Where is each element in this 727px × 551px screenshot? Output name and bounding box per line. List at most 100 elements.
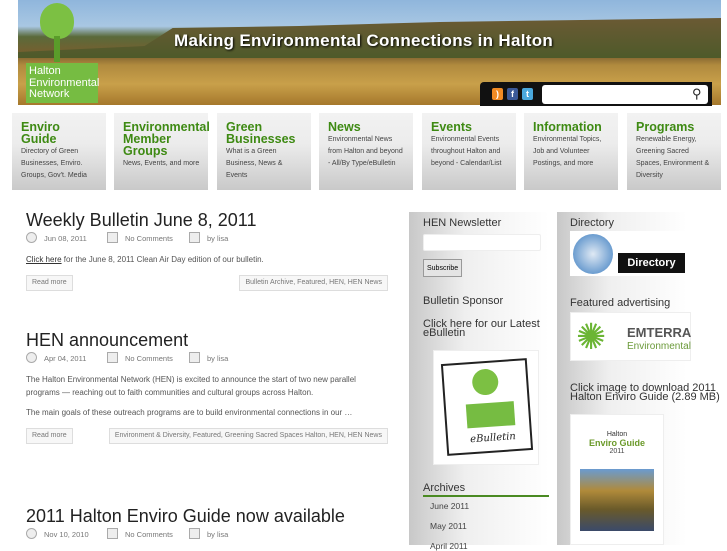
clock-icon bbox=[26, 528, 37, 539]
post-enviro-guide: 2011 Halton Enviro Guide now available N… bbox=[26, 506, 388, 542]
ebulletin-image[interactable]: eBulletin bbox=[433, 350, 539, 465]
hen-logo-small bbox=[465, 401, 516, 429]
post-tags[interactable]: Environment & Diversity, Featured, Green… bbox=[108, 427, 388, 444]
post-meta: Apr 04, 2011 No Comments by lisa bbox=[26, 352, 388, 366]
archive-link[interactable]: April 2011 bbox=[430, 541, 468, 551]
logo-text: Halton Environmental Network bbox=[26, 63, 99, 103]
cover-title: Enviro Guide bbox=[588, 438, 645, 448]
post-comments[interactable]: No Comments bbox=[125, 354, 173, 363]
logo-line: Network bbox=[29, 88, 70, 100]
hen-logo[interactable]: Halton Environmental Network bbox=[26, 0, 99, 103]
tagline: Making Environmental Connections in Halt… bbox=[174, 31, 554, 50]
post-title[interactable]: 2011 Halton Enviro Guide now available bbox=[26, 506, 388, 526]
cover-line: Halton bbox=[606, 431, 628, 438]
post-excerpt: Click here for the June 8, 2011 Clean Ai… bbox=[26, 254, 388, 267]
post-meta: Nov 10, 2010 No Comments by lisa bbox=[26, 528, 388, 542]
cover-photo bbox=[580, 469, 654, 531]
nav-title: News bbox=[328, 120, 361, 134]
comment-icon bbox=[107, 528, 118, 539]
post-body: The main goals of these outreach program… bbox=[26, 408, 353, 417]
post-author: by lisa bbox=[207, 530, 229, 539]
globe-mail-icon bbox=[573, 234, 613, 274]
guide-download-text[interactable]: Click image to download 2011 Halton Envi… bbox=[570, 383, 720, 403]
comment-icon bbox=[107, 232, 118, 243]
post-tags[interactable]: Bulletin Archive, Featured, HEN, HEN New… bbox=[239, 274, 388, 291]
logo-line: Halton bbox=[29, 65, 61, 77]
post-body: for the June 8, 2011 Clean Air Day editi… bbox=[61, 255, 264, 264]
twitter-icon[interactable]: t bbox=[522, 88, 533, 100]
click-here-link[interactable]: Click here bbox=[26, 255, 62, 264]
subscribe-button[interactable]: Subscribe bbox=[423, 259, 463, 277]
archives-title: Archives bbox=[423, 482, 466, 494]
nav-news[interactable]: News Environmental News from Halton and b… bbox=[319, 113, 413, 190]
nav-green-businesses[interactable]: Green Businesses What is a Green Business… bbox=[217, 113, 311, 190]
ebulletin-note: eBulletin bbox=[440, 358, 534, 456]
post-title[interactable]: Weekly Bulletin June 8, 2011 bbox=[26, 210, 388, 230]
post-comments[interactable]: No Comments bbox=[125, 530, 173, 539]
directory-banner[interactable]: Directory bbox=[570, 231, 688, 276]
clock-icon bbox=[26, 232, 37, 243]
tree-icon bbox=[471, 368, 500, 396]
featured-title: Featured advertising bbox=[570, 297, 671, 309]
nav-desc: Environmental Events throughout Halton a… bbox=[431, 136, 502, 167]
post-date: Nov 10, 2010 bbox=[44, 530, 89, 539]
post-title[interactable]: HEN announcement bbox=[26, 330, 388, 350]
archive-link[interactable]: May 2011 bbox=[430, 521, 467, 531]
nav-enviro-guide[interactable]: Enviro Guide Directory of Green Businesse… bbox=[12, 113, 106, 190]
nav-title: Green Businesses bbox=[226, 120, 296, 146]
nav-desc: Environmental News from Halton and beyon… bbox=[328, 136, 403, 167]
emterra-ad[interactable]: ✺ EMTERRA Environmental bbox=[570, 312, 691, 361]
nav-title: Programs bbox=[636, 120, 695, 134]
post-hen-announcement: HEN announcement Apr 04, 2011 No Comment… bbox=[26, 330, 388, 444]
clock-icon bbox=[26, 352, 37, 363]
nav-desc: Renewable Energy, Greening Sacred Spaces… bbox=[636, 136, 710, 179]
nav-desc: Environmental Topics, Job and Volunteer … bbox=[533, 136, 602, 167]
archives-divider bbox=[423, 495, 549, 497]
search-icon[interactable]: ⚲ bbox=[692, 86, 702, 102]
nav-title: Events bbox=[431, 120, 472, 134]
facebook-icon[interactable]: f bbox=[507, 88, 518, 100]
post-author: by lisa bbox=[207, 234, 229, 243]
nav-desc: What is a Green Business, News & Events bbox=[226, 148, 283, 179]
user-icon bbox=[189, 528, 200, 539]
nav-desc: Directory of Green Businesses, Enviro. G… bbox=[21, 148, 87, 179]
post-body: The Halton Environmental Network (HEN) i… bbox=[26, 375, 356, 397]
nav-member-groups[interactable]: Environmental Member Groups News, Events,… bbox=[114, 113, 210, 190]
post-comments[interactable]: No Comments bbox=[125, 234, 173, 243]
nav-information[interactable]: Information Environmental Topics, Job and… bbox=[524, 113, 618, 190]
post-meta: Jun 08, 2011 No Comments by lisa bbox=[26, 232, 388, 246]
comment-icon bbox=[107, 352, 118, 363]
post-date: Apr 04, 2011 bbox=[44, 354, 87, 363]
nav-events[interactable]: Events Environmental Events throughout Ha… bbox=[422, 113, 516, 190]
post-author: by lisa bbox=[207, 354, 229, 363]
enviro-guide-cover[interactable]: Halton Enviro Guide 2011 bbox=[570, 414, 664, 545]
search-input[interactable] bbox=[542, 85, 708, 104]
nav-title: Environmental Member Groups bbox=[123, 120, 210, 158]
read-more-button[interactable]: Read more bbox=[26, 427, 73, 444]
user-icon bbox=[189, 352, 200, 363]
emterra-sub: Environmental bbox=[627, 341, 691, 352]
emterra-logo-icon: ✺ bbox=[576, 316, 607, 357]
newsletter-title: HEN Newsletter bbox=[423, 217, 502, 229]
ebulletin-label: eBulletin bbox=[469, 431, 517, 446]
directory-label: Directory bbox=[618, 253, 685, 273]
nav-title: Enviro Guide bbox=[21, 120, 60, 146]
archive-link[interactable]: June 2011 bbox=[430, 501, 469, 511]
sponsor-title: Bulletin Sponsor bbox=[423, 295, 504, 307]
newsletter-email-input[interactable] bbox=[423, 234, 541, 251]
latest-ebulletin-link[interactable]: Click here for our Latest eBulletin bbox=[423, 319, 549, 339]
tree-trunk bbox=[54, 36, 60, 62]
rss-icon[interactable]: ) bbox=[492, 88, 503, 100]
nav-programs[interactable]: Programs Renewable Energy, Greening Sacre… bbox=[627, 113, 721, 190]
nav-desc: News, Events, and more bbox=[123, 160, 200, 167]
user-icon bbox=[189, 232, 200, 243]
tree-icon bbox=[40, 3, 74, 39]
emterra-name: EMTERRA bbox=[627, 325, 692, 340]
post-weekly-bulletin: Weekly Bulletin June 8, 2011 Jun 08, 201… bbox=[26, 210, 388, 291]
read-more-button[interactable]: Read more bbox=[26, 274, 73, 291]
post-date: Jun 08, 2011 bbox=[44, 234, 87, 243]
directory-title: Directory bbox=[570, 217, 615, 229]
cover-year: 2011 bbox=[609, 448, 625, 455]
nav-title: Information bbox=[533, 120, 602, 134]
sidebar-right: Directory Directory Featured advertising… bbox=[557, 212, 720, 545]
